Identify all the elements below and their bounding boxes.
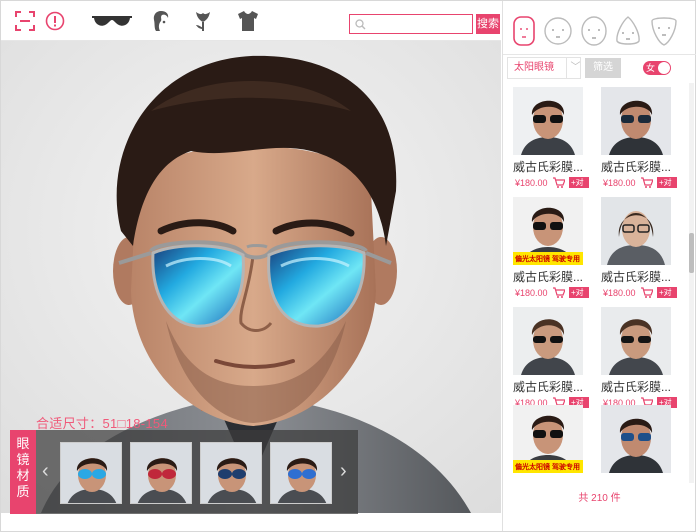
product-image xyxy=(601,405,671,473)
search-icon xyxy=(355,19,366,30)
search-button[interactable]: 搜索 xyxy=(476,14,500,34)
gender-toggle[interactable]: 女 xyxy=(643,61,671,75)
product-price: ¥180.00 xyxy=(603,178,636,188)
product-price: ¥180.00 xyxy=(603,288,636,298)
cart-icon[interactable] xyxy=(641,287,653,298)
product-name: 威古氏彩膜... xyxy=(513,380,584,394)
product-image: 偏光太阳镜 驾驶专用 xyxy=(513,405,583,473)
product-card[interactable]: 威古氏彩膜... ¥180.00 +对比 xyxy=(595,87,677,198)
face-shape-oval-icon[interactable] xyxy=(579,15,609,47)
cart-icon[interactable] xyxy=(553,177,565,188)
face-shape-triangle-icon[interactable] xyxy=(613,15,643,47)
product-card[interactable]: 威古氏彩膜... ¥180.00 +对比 xyxy=(595,307,677,418)
material-thumb[interactable] xyxy=(130,442,192,504)
product-image xyxy=(513,307,583,375)
material-tab[interactable]: 眼镜材质 xyxy=(10,430,36,514)
compare-button[interactable]: +对比 xyxy=(569,287,589,308)
promo-banner: 偏光太阳镜 驾驶专用 xyxy=(515,256,580,263)
face-shape-selector xyxy=(503,1,696,55)
top-toolbar: 搜索 xyxy=(1,1,501,41)
product-name: 威古氏彩膜... xyxy=(513,270,584,284)
cart-icon[interactable] xyxy=(553,287,565,298)
product-card[interactable]: 威古氏彩膜... ¥180.00 +对比 xyxy=(507,307,589,418)
scrollbar-thumb[interactable] xyxy=(689,233,694,273)
search-input[interactable] xyxy=(350,16,472,34)
category-select[interactable]: 太阳眼镜 ﹀ xyxy=(507,57,581,79)
compare-button[interactable]: +对比 xyxy=(569,177,589,198)
scan-icon[interactable] xyxy=(13,9,37,33)
gender-label: 女 xyxy=(646,63,656,73)
alert-icon[interactable] xyxy=(43,9,67,33)
search-box[interactable] xyxy=(349,14,473,34)
product-name: 威古氏彩膜... xyxy=(513,160,584,174)
hair-icon[interactable] xyxy=(149,9,173,33)
category-value: 太阳眼镜 xyxy=(514,62,554,73)
total-count: 共 210 件 xyxy=(578,493,621,504)
cart-icon[interactable] xyxy=(641,177,653,188)
material-thumb[interactable] xyxy=(270,442,332,504)
product-image xyxy=(601,87,671,155)
product-image xyxy=(601,197,671,265)
material-strip: 眼镜材质 ‹ › xyxy=(10,430,358,514)
product-card[interactable]: 威古氏彩膜... ¥180.00 +对比 xyxy=(595,197,677,308)
product-image xyxy=(513,87,583,155)
shirt-icon[interactable] xyxy=(235,9,261,33)
material-thumb[interactable] xyxy=(200,442,262,504)
material-thumb[interactable] xyxy=(60,442,122,504)
face-shape-inverted-triangle-icon[interactable] xyxy=(649,15,679,47)
product-price: ¥180.00 xyxy=(515,288,548,298)
product-name: 威古氏彩膜... xyxy=(601,380,672,394)
toggle-knob xyxy=(658,62,670,74)
product-list: 威古氏彩膜... ¥180.00 +对比 威古氏彩膜... ¥180.00 +对… xyxy=(503,83,689,503)
promo-banner: 偏光太阳镜 驾驶专用 xyxy=(515,464,580,471)
product-name: 威古氏彩膜... xyxy=(601,160,672,174)
product-price: ¥180.00 xyxy=(515,178,548,188)
compare-button[interactable]: +对比 xyxy=(657,287,677,308)
product-name: 威古氏彩膜... xyxy=(601,270,672,284)
tulip-icon[interactable] xyxy=(191,9,215,33)
chevron-down-icon: ﹀ xyxy=(566,58,584,78)
strip-next-arrow[interactable]: › xyxy=(340,460,347,483)
product-list-scrollbar[interactable] xyxy=(689,83,694,483)
strip-prev-arrow[interactable]: ‹ xyxy=(42,460,49,483)
filter-button[interactable]: 筛选 xyxy=(585,58,621,78)
face-shape-long-icon[interactable] xyxy=(509,15,539,47)
product-panel: 太阳眼镜 ﹀ 筛选 女 威古氏彩膜... ¥180.00 +对比 威古氏彩膜..… xyxy=(502,1,696,531)
compare-button[interactable]: +对比 xyxy=(657,177,677,198)
product-image xyxy=(601,307,671,375)
product-image: 偏光太阳镜 驾驶专用 xyxy=(513,197,583,265)
product-card[interactable]: 偏光太阳镜 驾驶专用 威古氏彩膜... ¥180.00 +对比 xyxy=(507,197,589,308)
product-card[interactable]: 威古氏彩膜... ¥180.00 +对比 xyxy=(507,87,589,198)
material-tab-label: 眼镜材质 xyxy=(16,436,30,499)
filter-row: 太阳眼镜 ﹀ 筛选 女 xyxy=(503,57,696,81)
sunglasses-icon[interactable] xyxy=(89,9,135,33)
face-shape-round-icon[interactable] xyxy=(543,15,573,47)
